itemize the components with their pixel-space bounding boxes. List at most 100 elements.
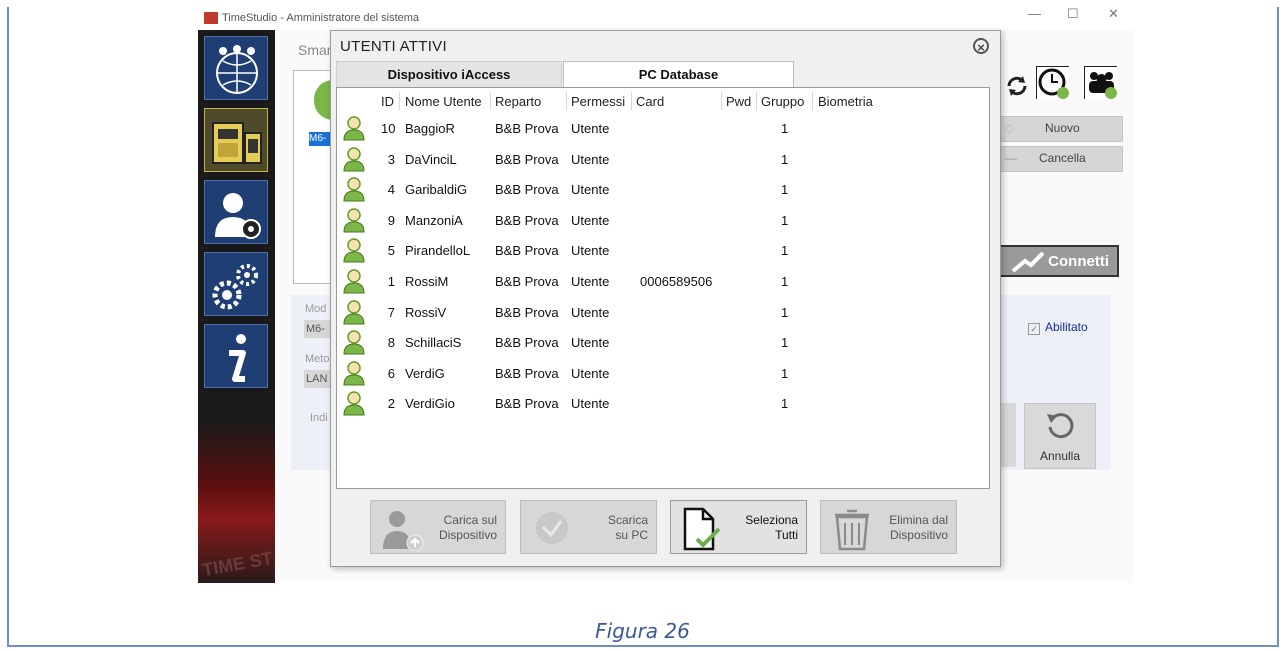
- cell-gruppo: 1: [781, 243, 789, 259]
- cell-reparto: B&B Prova: [495, 396, 559, 412]
- cell-id: 5: [387, 243, 395, 259]
- cell-reparto: B&B Prova: [495, 121, 559, 136]
- gears-icon: [212, 264, 258, 310]
- table-row[interactable]: 10 BaggioR B&B Prova Utente 1: [337, 114, 989, 144]
- cell-id: 3: [387, 151, 395, 167]
- table-row[interactable]: 2 VerdiGio B&B Prova Utente 1: [337, 389, 989, 419]
- column-header-pwd[interactable]: Pwd: [726, 94, 751, 109]
- model-field[interactable]: M6-: [304, 320, 332, 338]
- column-header-reparto[interactable]: Reparto: [495, 94, 541, 109]
- close-window-button[interactable]: ✕: [1108, 6, 1119, 22]
- cell-permessi: Utente: [571, 396, 610, 412]
- upload-label-line2: Dispositivo: [438, 528, 497, 542]
- diamond-icon: ◇: [1005, 121, 1015, 135]
- table-row[interactable]: 8 SchillaciS B&B Prova Utente 1: [337, 328, 989, 358]
- column-header-card[interactable]: Card: [636, 94, 664, 109]
- table-row[interactable]: 7 RossiV B&B Prova Utente 1: [337, 298, 989, 328]
- smart-label: Smar: [298, 42, 332, 58]
- delete-button[interactable]: — Cancella: [998, 146, 1123, 172]
- user-upload-icon: [383, 511, 424, 551]
- column-header-id[interactable]: ID: [381, 94, 394, 109]
- delete-from-device-button[interactable]: Elimina dal Dispositivo: [820, 500, 957, 554]
- cell-reparto: B&B Prova: [495, 335, 559, 351]
- column-header-biometria[interactable]: Biometria: [818, 94, 873, 109]
- tab-dispositivo-iaccess[interactable]: Dispositivo iAccess: [336, 61, 562, 87]
- user-icon: [343, 116, 365, 141]
- dialog-title: UTENTI ATTIVI: [340, 38, 447, 55]
- cell-nome-utente: GaribaldiG: [405, 182, 468, 198]
- delete-button-label: Cancella: [1039, 151, 1086, 165]
- maximize-button[interactable]: ☐: [1067, 6, 1079, 22]
- download-to-pc-button[interactable]: Scarica su PC: [520, 500, 657, 554]
- cell-gruppo: 1: [781, 335, 789, 351]
- cell-gruppo: 1: [781, 212, 789, 228]
- model-label: Mod: [305, 303, 327, 315]
- cell-permessi: Utente: [571, 304, 610, 320]
- cell-gruppo: 1: [781, 121, 789, 136]
- clock-device-icon[interactable]: [1036, 66, 1069, 99]
- cell-permessi: Utente: [571, 212, 610, 228]
- cell-permessi: Utente: [571, 243, 610, 259]
- cell-nome-utente: SchillaciS: [405, 335, 462, 351]
- upload-to-device-button[interactable]: Carica sul Dispositivo: [370, 500, 506, 554]
- cancel-button[interactable]: Annulla: [1024, 403, 1096, 469]
- download-label-line2: su PC: [615, 528, 648, 542]
- dialog-close-button[interactable]: ×: [973, 38, 989, 55]
- cell-permessi: Utente: [571, 274, 610, 289]
- cell-id: 1: [387, 274, 395, 289]
- cell-id: 6: [387, 365, 395, 381]
- cell-reparto: B&B Prova: [495, 365, 559, 381]
- cell-permessi: Utente: [571, 365, 610, 381]
- refresh-icon[interactable]: [1003, 72, 1036, 105]
- cell-nome-utente: VerdiG: [405, 365, 445, 381]
- users-group-icon[interactable]: [1084, 66, 1117, 99]
- tab-pc-database[interactable]: PC Database: [563, 61, 794, 87]
- table-row[interactable]: 9 ManzoniA B&B Prova Utente 1: [337, 206, 989, 236]
- minus-icon: —: [1005, 151, 1017, 165]
- user-icon: [343, 330, 365, 355]
- connect-button[interactable]: Connetti: [999, 245, 1119, 277]
- sidebar-info[interactable]: [204, 324, 268, 388]
- column-header-permessi[interactable]: Permessi: [571, 94, 625, 109]
- window-title: TimeStudio - Amministratore del sistema: [222, 12, 420, 24]
- delete-label-line1: Elimina dal: [889, 513, 948, 527]
- close-icon: ×: [977, 40, 985, 55]
- info-icon: [229, 334, 246, 382]
- table-row[interactable]: 3 DaVinciL B&B Prova Utente 1: [337, 145, 989, 175]
- enabled-checkbox[interactable]: ✓ Abilitato: [1028, 320, 1088, 335]
- user-key-icon: [215, 193, 261, 239]
- download-label-line1: Scarica: [607, 513, 648, 527]
- table-row[interactable]: 5 PirandelloL B&B Prova Utente 1: [337, 236, 989, 266]
- cell-nome-utente: VerdiGio: [405, 396, 455, 412]
- user-icon: [343, 391, 365, 416]
- cell-gruppo: 1: [781, 182, 789, 198]
- sidebar: TIME ST: [198, 30, 275, 583]
- sidebar-users-network[interactable]: [204, 36, 268, 100]
- enabled-label: Abilitato: [1045, 320, 1088, 334]
- table-row[interactable]: 4 GaribaldiG B&B Prova Utente 1: [337, 175, 989, 205]
- cell-nome-utente: RossiV: [405, 304, 447, 320]
- cell-reparto: B&B Prova: [495, 243, 559, 259]
- new-button[interactable]: ◇ Nuovo: [998, 116, 1123, 142]
- cell-nome-utente: DaVinciL: [405, 151, 457, 167]
- cell-card: 0006589506: [640, 274, 713, 289]
- minimize-button[interactable]: —: [1028, 6, 1041, 21]
- column-header-nome-utente[interactable]: Nome Utente: [405, 94, 482, 109]
- table-row[interactable]: 1 RossiM B&B Prova Utente 0006589506 1: [337, 267, 989, 297]
- cell-nome-utente: RossiM: [405, 274, 449, 289]
- users-table[interactable]: ID Nome Utente Reparto Permessi Card Pwd…: [336, 87, 990, 489]
- cell-gruppo: 1: [781, 274, 789, 289]
- select-all-button[interactable]: Seleziona Tutti: [670, 500, 807, 554]
- user-icon: [343, 177, 365, 202]
- cell-permessi: Utente: [571, 335, 610, 351]
- table-row[interactable]: 6 VerdiG B&B Prova Utente 1: [337, 359, 989, 389]
- sidebar-devices[interactable]: [204, 108, 268, 172]
- connect-button-label: Connetti: [1048, 253, 1109, 270]
- sidebar-settings[interactable]: [204, 252, 268, 316]
- sidebar-user-key[interactable]: [204, 180, 268, 244]
- column-header-gruppo[interactable]: Gruppo: [761, 94, 804, 109]
- trash-icon: [835, 509, 869, 551]
- cell-id: 7: [387, 304, 395, 320]
- cell-reparto: B&B Prova: [495, 304, 559, 320]
- method-field[interactable]: LAN: [304, 370, 332, 388]
